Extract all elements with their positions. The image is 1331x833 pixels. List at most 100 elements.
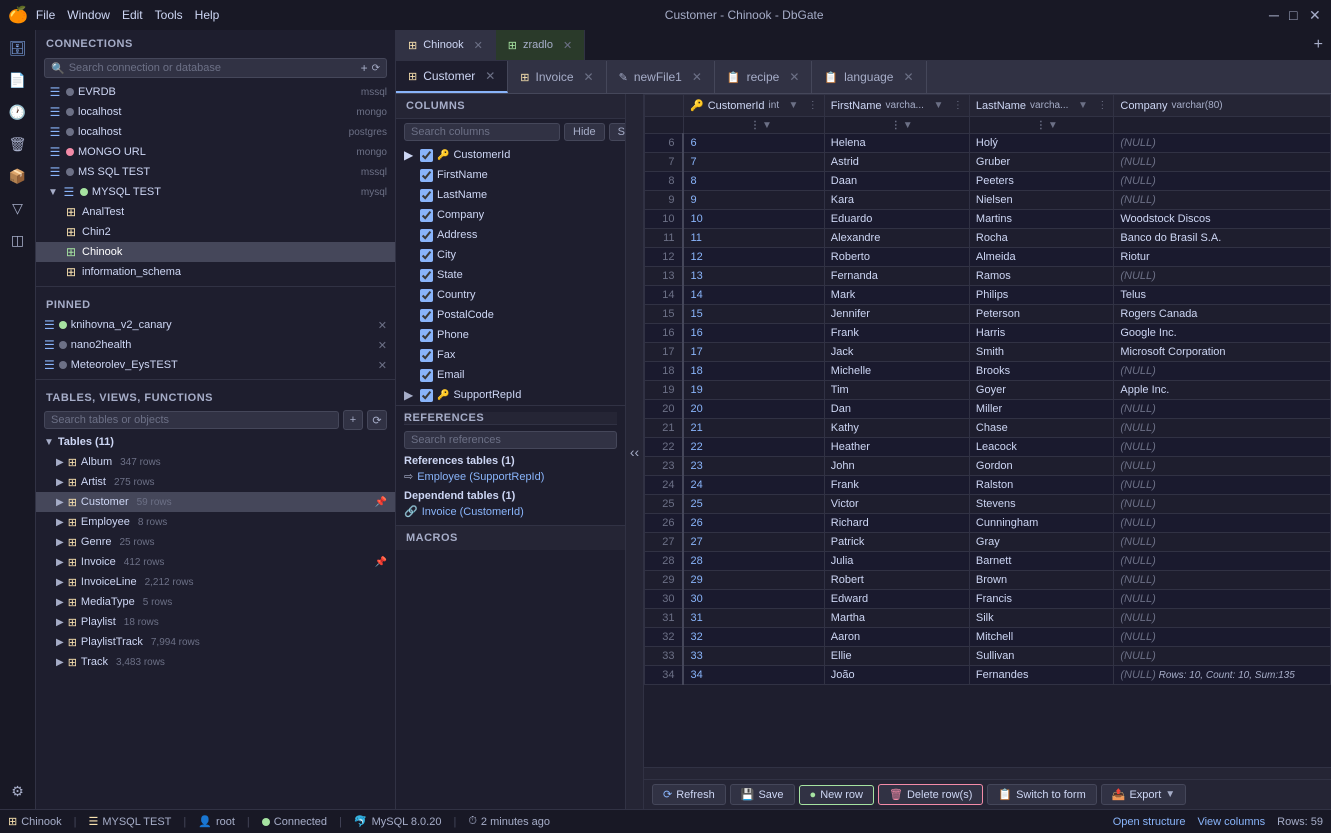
cell-customerid[interactable]: 9 xyxy=(683,191,824,210)
cell-customerid[interactable]: 7 xyxy=(683,153,824,172)
conn-localhost-mongo[interactable]: ☰ localhost mongo xyxy=(36,102,395,122)
history-nav-icon[interactable]: 🕐 xyxy=(4,98,32,126)
pin-nano2health[interactable]: ☰ nano2health ✕ xyxy=(36,335,395,355)
col-checkbox-state[interactable] xyxy=(420,269,433,282)
conn-analtest[interactable]: ⊞ AnalTest xyxy=(36,202,395,222)
filter-nav-icon[interactable]: ▽ xyxy=(4,194,32,222)
filter-menu-icon[interactable]: ⋮ xyxy=(1097,100,1107,111)
refresh-button[interactable]: ⟳ Refresh xyxy=(652,784,726,805)
cell-customerid[interactable]: 21 xyxy=(683,419,824,438)
open-structure-link[interactable]: Open structure xyxy=(1113,816,1186,828)
filter-options-icon[interactable]: ⋮ xyxy=(750,120,760,131)
cell-customerid[interactable]: 31 xyxy=(683,609,824,628)
package-nav-icon[interactable]: 📦 xyxy=(4,162,32,190)
minimize-button[interactable]: ─ xyxy=(1269,8,1283,22)
conn-mongo-url[interactable]: ☰ MONGO URL mongo xyxy=(36,142,395,162)
sort-icon[interactable]: ▼ xyxy=(933,100,943,111)
filter-menu-icon[interactable]: ⋮ xyxy=(808,100,818,111)
cell-customerid[interactable]: 34 xyxy=(683,666,824,685)
cell-customerid[interactable]: 20 xyxy=(683,400,824,419)
col-address[interactable]: Address xyxy=(396,225,625,245)
tab-recipe[interactable]: 📋 recipe ✕ xyxy=(715,61,812,93)
show-columns-button[interactable]: Show xyxy=(609,123,626,141)
cell-customerid[interactable]: 10 xyxy=(683,210,824,229)
col-checkbox-company[interactable] xyxy=(420,209,433,222)
filter-funnel-icon[interactable]: ▼ xyxy=(762,120,772,131)
maximize-button[interactable]: □ xyxy=(1289,8,1303,22)
cell-customerid[interactable]: 29 xyxy=(683,571,824,590)
table-mediatype[interactable]: ▶ ⊞ MediaType 5 rows xyxy=(36,592,395,612)
cell-customerid[interactable]: 6 xyxy=(683,134,824,153)
cell-customerid[interactable]: 16 xyxy=(683,324,824,343)
col-company[interactable]: Company xyxy=(396,205,625,225)
unpin-icon[interactable]: ✕ xyxy=(378,339,387,352)
cell-customerid[interactable]: 22 xyxy=(683,438,824,457)
col-city[interactable]: City xyxy=(396,245,625,265)
cell-customerid[interactable]: 28 xyxy=(683,552,824,571)
cell-customerid[interactable]: 32 xyxy=(683,628,824,647)
settings-nav-icon[interactable]: ⚙ xyxy=(4,777,32,805)
menu-window[interactable]: Window xyxy=(67,8,110,22)
horizontal-scrollbar[interactable] xyxy=(644,767,1331,779)
col-checkbox-fax[interactable] xyxy=(420,349,433,362)
filter-options-icon[interactable]: ⋮ xyxy=(891,120,901,131)
col-checkbox-customerid[interactable] xyxy=(420,149,433,162)
sort-icon[interactable]: ▼ xyxy=(789,100,799,111)
table-track[interactable]: ▶ ⊞ Track 3,483 rows xyxy=(36,652,395,672)
table-invoice[interactable]: ▶ ⊞ Invoice 412 rows 📌 xyxy=(36,552,395,572)
cell-customerid[interactable]: 15 xyxy=(683,305,824,324)
menu-file[interactable]: File xyxy=(36,8,55,22)
references-search-input[interactable] xyxy=(404,431,617,449)
conn-localhost-postgres[interactable]: ☰ localhost postgres xyxy=(36,122,395,142)
col-checkbox-country[interactable] xyxy=(420,289,433,302)
tab-newfile1[interactable]: ✎ newFile1 ✕ xyxy=(607,61,715,93)
cell-customerid[interactable]: 17 xyxy=(683,343,824,362)
close-tab-zradlo[interactable]: ✕ xyxy=(563,39,572,52)
close-button[interactable]: ✕ xyxy=(1309,8,1323,22)
menu-edit[interactable]: Edit xyxy=(122,8,143,22)
unpin-icon[interactable]: ✕ xyxy=(378,319,387,332)
cell-customerid[interactable]: 27 xyxy=(683,533,824,552)
sort-icon[interactable]: ▼ xyxy=(1078,100,1088,111)
conn-chinook[interactable]: ⊞ Chinook xyxy=(36,242,395,262)
cell-customerid[interactable]: 30 xyxy=(683,590,824,609)
refresh-connection-icon[interactable]: ⟳ xyxy=(372,63,380,74)
col-postalcode[interactable]: PostalCode xyxy=(396,305,625,325)
tables-search-input[interactable] xyxy=(44,411,339,429)
add-tab-button[interactable]: + xyxy=(1306,32,1331,58)
refresh-tables-button[interactable]: ⟳ xyxy=(367,410,387,430)
col-checkbox-supportrepid[interactable] xyxy=(420,389,433,402)
cell-customerid[interactable]: 33 xyxy=(683,647,824,666)
tab-chinook[interactable]: ⊞ Chinook ✕ xyxy=(396,30,496,60)
trash-nav-icon[interactable]: 🗑 xyxy=(4,130,32,158)
delete-row-button[interactable]: 🗑 Delete row(s) xyxy=(878,784,983,805)
close-newfile1-tab[interactable]: ✕ xyxy=(692,70,702,84)
col-firstname[interactable]: FirstName xyxy=(396,165,625,185)
filter-menu-icon[interactable]: ⋮ xyxy=(953,100,963,111)
filter-customerid-input[interactable] xyxy=(688,119,748,131)
cell-customerid[interactable]: 8 xyxy=(683,172,824,191)
filter-funnel-icon[interactable]: ▼ xyxy=(1048,120,1058,131)
col-checkbox-address[interactable] xyxy=(420,229,433,242)
close-customer-tab[interactable]: ✕ xyxy=(485,69,495,83)
cell-customerid[interactable]: 26 xyxy=(683,514,824,533)
file-nav-icon[interactable]: 📄 xyxy=(4,66,32,94)
ref-employee-link[interactable]: ⇨ Employee (SupportRepId) xyxy=(404,469,617,484)
add-connection-icon[interactable]: + xyxy=(361,61,368,75)
filter-firstname-input[interactable] xyxy=(829,119,889,131)
col-country[interactable]: Country xyxy=(396,285,625,305)
conn-information-schema[interactable]: ⊞ information_schema xyxy=(36,262,395,282)
cell-customerid[interactable]: 13 xyxy=(683,267,824,286)
tables-group-header[interactable]: ▼ Tables (11) xyxy=(36,432,395,452)
col-checkbox-city[interactable] xyxy=(420,249,433,262)
cell-customerid[interactable]: 23 xyxy=(683,457,824,476)
hide-columns-button[interactable]: Hide xyxy=(564,123,605,141)
close-invoice-tab[interactable]: ✕ xyxy=(584,70,594,84)
cell-customerid[interactable]: 19 xyxy=(683,381,824,400)
col-fax[interactable]: Fax xyxy=(396,345,625,365)
conn-chin2[interactable]: ⊞ Chin2 xyxy=(36,222,395,242)
new-row-button[interactable]: ● New row xyxy=(799,785,874,805)
table-employee[interactable]: ▶ ⊞ Employee 8 rows xyxy=(36,512,395,532)
tab-invoice[interactable]: ⊞ Invoice ✕ xyxy=(508,61,606,93)
menu-help[interactable]: Help xyxy=(195,8,220,22)
